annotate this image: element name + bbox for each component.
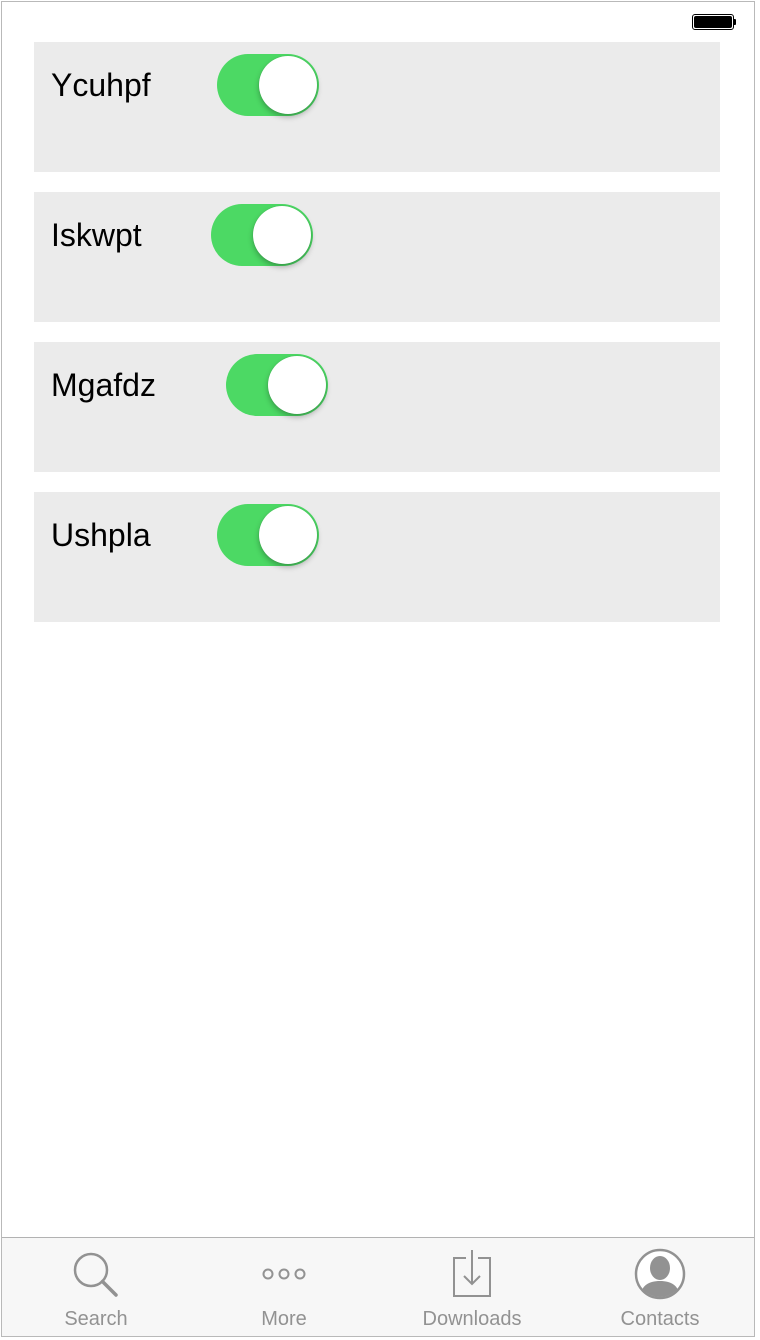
setting-label: Ycuhpf (51, 67, 151, 103)
tab-downloads[interactable]: Downloads (378, 1238, 566, 1336)
tab-label: Downloads (422, 1308, 522, 1330)
toggle-knob (259, 506, 317, 564)
tab-search[interactable]: Search (2, 1238, 190, 1336)
setting-toggle[interactable] (217, 504, 319, 566)
setting-toggle[interactable] (217, 54, 319, 116)
search-icon (73, 1252, 118, 1297)
contacts-icon (634, 1248, 686, 1300)
tab-label: More (261, 1308, 307, 1330)
setting-row-1: Ycuhpf (34, 42, 720, 172)
tab-label: Search (64, 1308, 128, 1330)
toggle-knob (253, 206, 311, 264)
setting-toggle[interactable] (226, 354, 328, 416)
more-icon (262, 1268, 306, 1280)
tab-bar: Search More Downloads Contacts (2, 1237, 754, 1336)
downloads-icon (453, 1250, 491, 1297)
setting-row-3: Mgafdz (34, 342, 720, 472)
setting-label: Iskwpt (51, 217, 142, 253)
setting-row-2: Iskwpt (34, 192, 720, 322)
toggle-knob (259, 56, 317, 114)
tab-more[interactable]: More (190, 1238, 378, 1336)
toggle-knob (268, 356, 326, 414)
setting-row-4: Ushpla (34, 492, 720, 622)
setting-label: Ushpla (51, 517, 151, 553)
setting-toggle[interactable] (211, 204, 313, 266)
tab-label: Contacts (620, 1308, 700, 1330)
app-screen: Ycuhpf Iskwpt Mgafdz Ushpla Search More … (1, 1, 755, 1337)
tab-contacts[interactable]: Contacts (566, 1238, 754, 1336)
setting-label: Mgafdz (51, 367, 156, 403)
battery-icon (692, 14, 736, 32)
